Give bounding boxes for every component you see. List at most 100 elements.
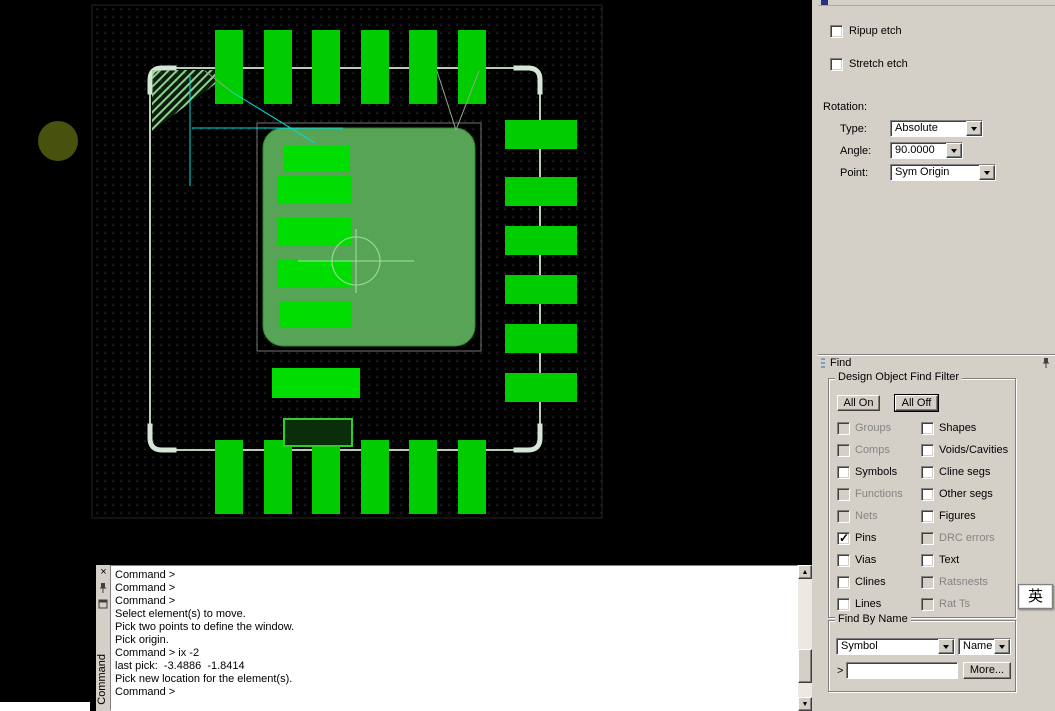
rotation-label: Rotation: <box>823 101 867 113</box>
rotation-angle-select[interactable]: 90.0000 <box>890 142 963 159</box>
find-by-name-input[interactable] <box>846 662 958 679</box>
checkbox <box>837 422 850 435</box>
checkbox-label: DRC errors <box>939 532 995 544</box>
scroll-thumb[interactable] <box>798 649 812 683</box>
command-console-window: × Command Command >Command >Command >Sel… <box>96 565 812 711</box>
find-filter-clines[interactable]: Clines <box>837 571 919 593</box>
console-output[interactable]: Command >Command >Command >Select elemen… <box>110 565 798 711</box>
find-filter-functions: Functions <box>837 483 919 505</box>
scroll-up-button[interactable]: ▲ <box>798 565 812 579</box>
checkbox[interactable] <box>837 598 850 611</box>
group-title: Design Object Find Filter <box>835 371 962 383</box>
checkbox[interactable] <box>830 25 843 38</box>
checkbox[interactable] <box>837 466 850 479</box>
checkbox[interactable] <box>921 510 934 523</box>
find-filter-vias[interactable]: Vias <box>837 549 919 571</box>
dropdown-button[interactable] <box>946 143 962 158</box>
checkbox-label: Ratsnests <box>939 576 988 588</box>
find-filter-groups: Groups <box>837 417 919 439</box>
checkbox-label: Shapes <box>939 422 976 434</box>
pcb-design-canvas[interactable] <box>0 0 812 565</box>
checkbox-label: Clines <box>855 576 886 588</box>
find-filter-right-column: Shapes Voids/Cavities Cline segs Other segs… <box>921 417 1015 615</box>
dropdown-button[interactable] <box>994 639 1010 654</box>
checkbox <box>921 532 934 545</box>
checkbox[interactable] <box>921 444 934 457</box>
ime-language-badge[interactable]: 英 <box>1018 584 1053 609</box>
dropdown-button[interactable] <box>979 165 995 180</box>
find-filter-rat-ts: Rat Ts <box>921 593 1015 615</box>
checkbox[interactable] <box>837 554 850 567</box>
find-filter-ratsnests: Ratsnests <box>921 571 1015 593</box>
name-prompt: > <box>837 665 843 677</box>
ripup-etch-option[interactable]: Ripup etch <box>830 24 902 38</box>
group-title: Find By Name <box>835 613 911 625</box>
panel-grip <box>821 0 828 5</box>
pin-icon[interactable] <box>1040 357 1052 369</box>
checkbox[interactable] <box>837 532 850 545</box>
find-filter-lines[interactable]: Lines <box>837 593 919 615</box>
console-tab-label: Command <box>96 654 110 705</box>
design-object-find-filter-group: Design Object Find Filter All On All Off… <box>828 378 1016 618</box>
console-line: Command > ix -2 <box>115 647 797 660</box>
checkbox-label: Comps <box>855 444 890 456</box>
close-icon[interactable]: × <box>98 566 109 578</box>
rotation-point-select[interactable]: Sym Origin <box>890 164 996 181</box>
checkbox[interactable] <box>921 554 934 567</box>
console-scrollbar[interactable]: ▲ ▼ <box>798 565 812 711</box>
checkbox[interactable] <box>921 422 934 435</box>
find-panel-header[interactable]: Find <box>818 354 1055 370</box>
find-filter-voids-cavities[interactable]: Voids/Cavities <box>921 439 1015 461</box>
rotation-point-label: Point: <box>840 167 868 179</box>
console-line: Pick two points to define the window. <box>115 621 797 634</box>
chevron-down-icon <box>984 171 990 175</box>
find-filter-pins[interactable]: Pins <box>837 527 919 549</box>
checkbox[interactable] <box>921 488 934 501</box>
checkbox[interactable] <box>921 466 934 479</box>
panel-grip <box>821 358 825 368</box>
find-filter-shapes[interactable]: Shapes <box>921 417 1015 439</box>
checkbox[interactable] <box>830 58 843 71</box>
find-filter-text[interactable]: Text <box>921 549 1015 571</box>
rotation-type-select[interactable]: Absolute <box>890 120 983 137</box>
checkbox-label: Functions <box>855 488 903 500</box>
checkbox <box>837 444 850 457</box>
checkbox <box>837 488 850 501</box>
find-filter-cline-segs[interactable]: Cline segs <box>921 461 1015 483</box>
find-filter-symbols[interactable]: Symbols <box>837 461 919 483</box>
drill-pad <box>38 121 78 161</box>
find-by-name-category-select[interactable]: Symbol <box>836 638 955 655</box>
more-button[interactable]: More... <box>963 662 1011 679</box>
checkbox-label: Pins <box>855 532 876 544</box>
find-by-name-group: Find By Name Symbol Name > More... <box>828 620 1016 692</box>
selected-value: Symbol <box>841 640 878 653</box>
stretch-etch-option[interactable]: Stretch etch <box>830 57 908 71</box>
rotation-angle-label: Angle: <box>840 145 871 157</box>
dropdown-button[interactable] <box>966 121 982 136</box>
dropdown-button[interactable] <box>938 639 954 654</box>
all-off-button[interactable]: All Off <box>895 395 938 411</box>
find-filter-other-segs[interactable]: Other segs <box>921 483 1015 505</box>
checkbox <box>921 576 934 589</box>
selected-value: Name <box>963 640 992 653</box>
pin-icon[interactable] <box>97 582 109 594</box>
find-filter-figures[interactable]: Figures <box>921 505 1015 527</box>
checkbox-label: Rat Ts <box>939 598 970 610</box>
selected-value: Sym Origin <box>895 166 949 179</box>
selected-value: Absolute <box>895 122 938 135</box>
all-on-button[interactable]: All On <box>837 395 880 411</box>
scroll-down-button[interactable]: ▼ <box>798 697 812 711</box>
dock-window-icon[interactable] <box>97 598 109 610</box>
console-line: Command > <box>115 582 797 595</box>
chevron-down-icon <box>971 127 977 131</box>
chevron-down-icon <box>951 149 957 153</box>
checkbox-label: Voids/Cavities <box>939 444 1008 456</box>
checkbox-label: Symbols <box>855 466 897 478</box>
checkbox-label: Cline segs <box>939 466 990 478</box>
chevron-down-icon <box>943 645 949 649</box>
console-line: Pick new location for the element(s). <box>115 673 797 686</box>
find-by-name-mode-select[interactable]: Name <box>958 638 1011 655</box>
checkbox-label: Lines <box>855 598 881 610</box>
checkbox[interactable] <box>837 576 850 589</box>
console-line: last pick: -3.4886 -1.8414 <box>115 660 797 673</box>
